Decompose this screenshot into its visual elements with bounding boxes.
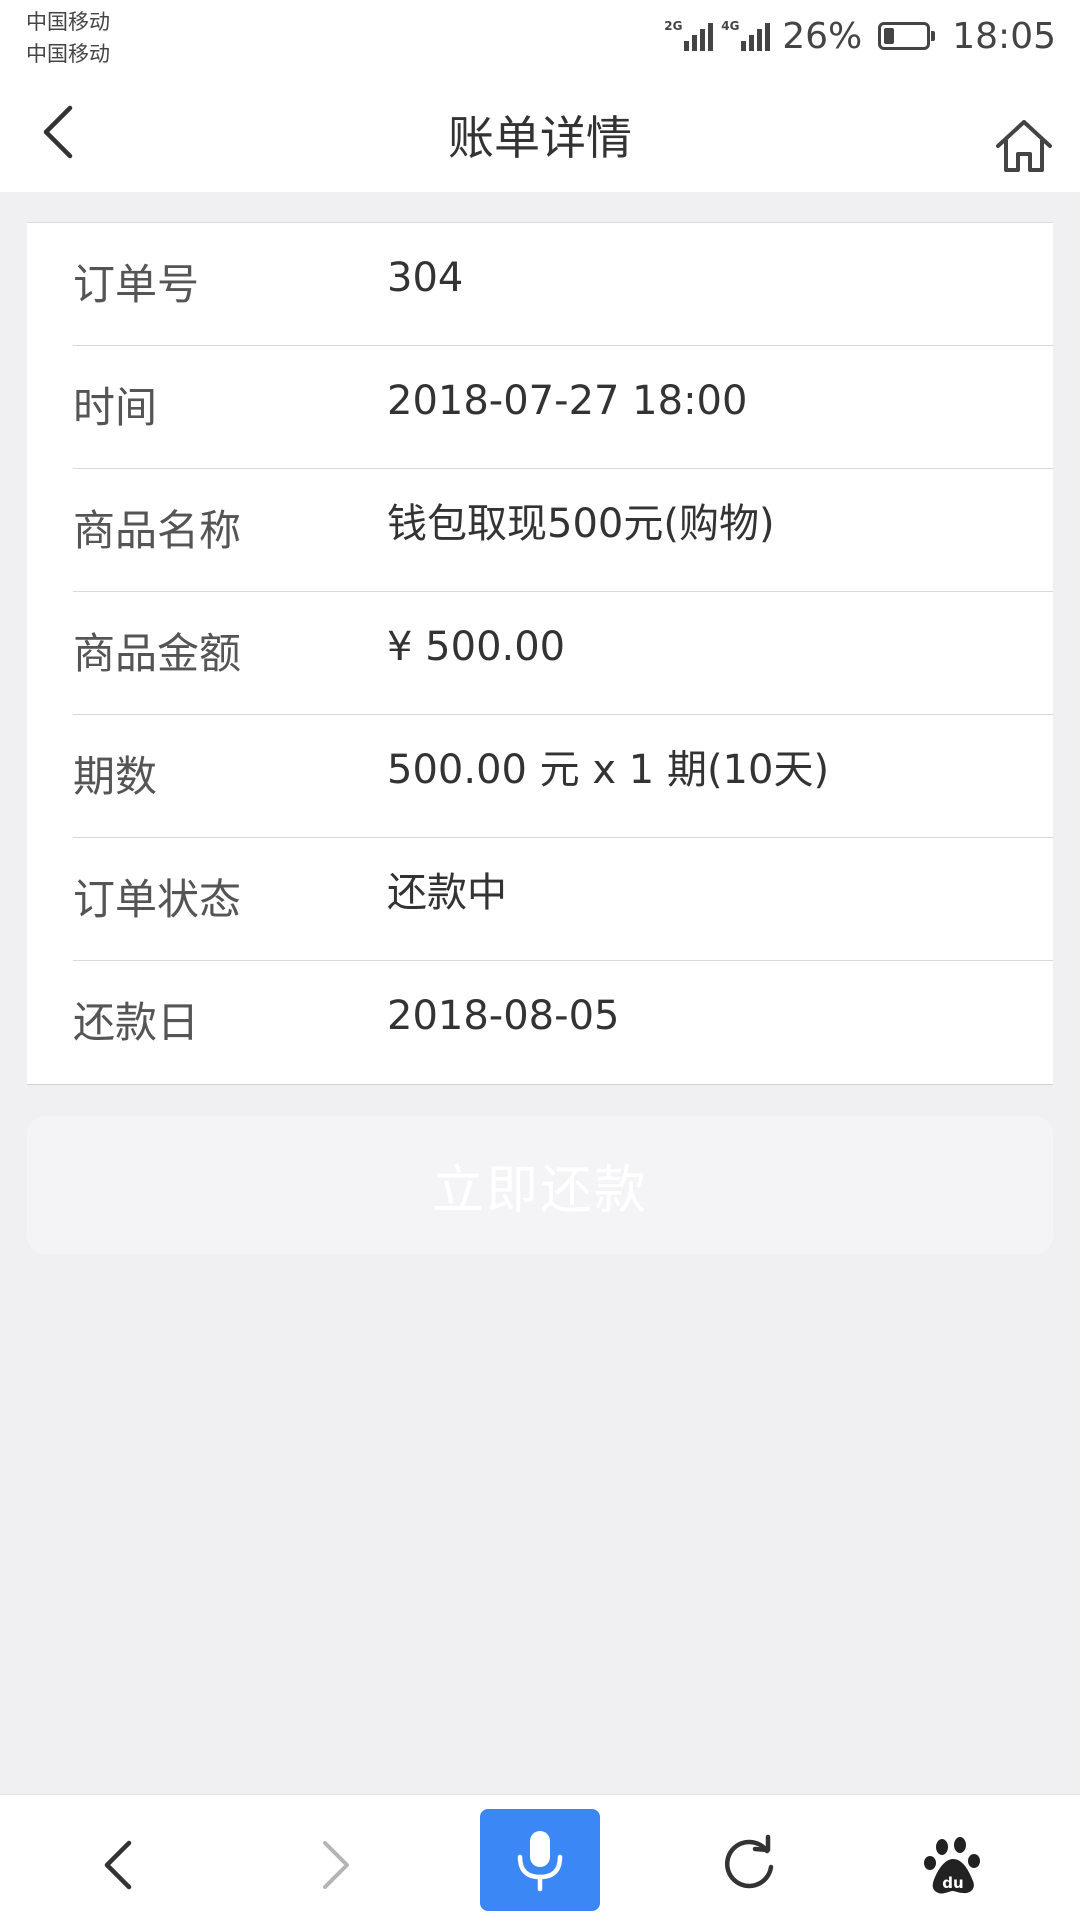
detail-value: 304 [387,255,464,301]
browser-forward-button[interactable] [283,1815,383,1915]
refresh-button[interactable] [699,1815,799,1915]
microphone-icon [517,1831,563,1892]
browser-back-button[interactable] [71,1815,171,1915]
back-icon [104,1840,132,1890]
baidu-paw-icon: du [924,1837,980,1894]
detail-value: 2018-07-27 18:00 [387,378,748,424]
detail-row-order-status: 订单状态 还款中 [73,838,1053,961]
battery-percent: 26% [782,15,863,57]
signal-2g-tag: 2G [664,19,683,33]
status-indicators: 2G 4G 26% 18:05 [664,14,1056,58]
browser-bottom-bar: du [0,1794,1080,1920]
detail-value: 还款中 [387,870,507,916]
signal-2g-icon: 2G [664,19,714,51]
detail-value: 500.00 元 x 1 期(10天) [387,747,830,793]
detail-value: ¥ 500.00 [387,624,566,670]
battery-icon [878,22,936,50]
detail-value: 钱包取现500元(购物) [387,501,775,547]
detail-row-order-number: 订单号 304 [73,223,1053,346]
detail-label: 期数 [73,752,158,801]
signal-4g-icon: 4G [721,19,771,51]
status-time: 18:05 [952,15,1056,57]
page-title: 账单详情 [448,111,632,165]
carrier-1: 中国移动 [26,10,110,34]
detail-row-installments: 期数 500.00 元 x 1 期(10天) [73,715,1053,838]
forward-icon [323,1841,349,1889]
nav-bar: 账单详情 [0,72,1080,192]
home-button[interactable] [992,114,1056,178]
carrier-labels: 中国移动 中国移动 [26,6,110,70]
svg-text:du: du [942,1874,963,1892]
detail-row-time: 时间 2018-07-27 18:00 [73,346,1053,469]
detail-label: 订单状态 [73,875,242,924]
detail-row-amount: 商品金额 ¥ 500.00 [73,592,1053,715]
home-icon [996,120,1052,172]
baidu-button[interactable]: du [903,1815,1003,1915]
detail-label: 订单号 [73,260,200,309]
bill-detail-card: 订单号 304 时间 2018-07-27 18:00 商品名称 钱包取现500… [27,222,1053,1085]
repay-now-button[interactable]: 立即还款 [27,1116,1053,1254]
refresh-icon [725,1834,774,1889]
detail-label: 商品名称 [73,506,242,555]
detail-label: 商品金额 [73,629,242,678]
signal-4g-tag: 4G [721,19,740,33]
detail-label: 时间 [73,383,158,432]
status-bar: 中国移动 中国移动 2G 4G 26% 18:05 [0,0,1080,72]
detail-value: 2018-08-05 [387,993,620,1039]
detail-row-product-name: 商品名称 钱包取现500元(购物) [73,469,1053,592]
carrier-2: 中国移动 [26,42,110,66]
voice-search-button[interactable] [480,1809,600,1911]
detail-label: 还款日 [73,998,200,1047]
detail-row-due-date: 还款日 2018-08-05 [73,961,1053,1084]
